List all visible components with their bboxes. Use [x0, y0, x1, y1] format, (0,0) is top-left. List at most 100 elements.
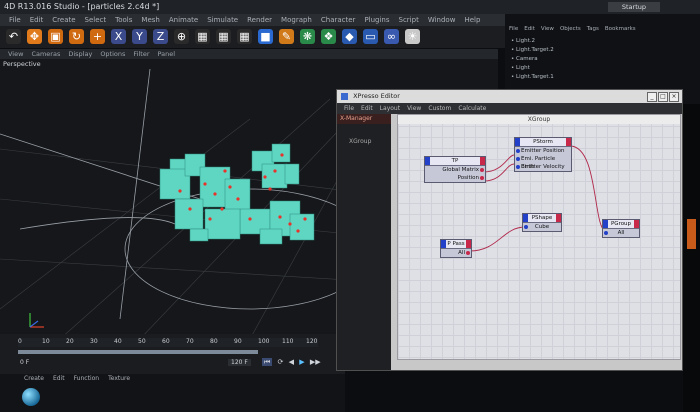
- tp-port-position[interactable]: Position: [425, 174, 485, 182]
- add-icon[interactable]: +: [90, 29, 105, 44]
- loop-icon[interactable]: ⟳: [278, 358, 284, 366]
- object-list-item[interactable]: • Light.Target.1: [511, 73, 700, 82]
- menu-item[interactable]: Edit: [30, 16, 44, 24]
- material-menu: Create Edit Function Texture: [0, 374, 345, 384]
- menu-item[interactable]: Animate: [169, 16, 198, 24]
- array-icon[interactable]: ❖: [321, 29, 336, 44]
- viewport-menu-item[interactable]: Filter: [133, 50, 149, 58]
- undo-icon[interactable]: ↶: [6, 29, 21, 44]
- xpresso-menu-item[interactable]: Edit: [361, 105, 373, 112]
- side-tab[interactable]: [687, 219, 696, 249]
- object-menu-item[interactable]: Objects: [560, 26, 581, 32]
- deformer-icon[interactable]: ◆: [342, 29, 357, 44]
- ppass-port-all[interactable]: All: [441, 249, 471, 257]
- pstorm-port-particle-birth[interactable]: Emi. Particle Birth: [515, 155, 571, 170]
- menu-item[interactable]: Window: [428, 16, 456, 24]
- xpresso-title-bar[interactable]: XPresso Editor _ □ ×: [337, 90, 682, 103]
- timeline-ruler[interactable]: 0 10 20 30 40 50 60 70 80 90 100 110 120: [18, 338, 318, 347]
- viewport-menu-item[interactable]: Cameras: [31, 50, 60, 58]
- xpresso-menu-bar: File Edit Layout View Custom Calculate: [337, 103, 682, 114]
- menu-item[interactable]: Select: [85, 16, 107, 24]
- y-axis-icon[interactable]: Y: [132, 29, 147, 44]
- world-coord-icon[interactable]: ⊕: [174, 29, 189, 44]
- prev-frame-icon[interactable]: ◀: [289, 358, 294, 366]
- object-menu-item[interactable]: Edit: [524, 26, 535, 32]
- menu-item[interactable]: File: [9, 16, 21, 24]
- menu-item[interactable]: Help: [464, 16, 480, 24]
- menu-item[interactable]: Create: [52, 16, 75, 24]
- rotate-icon[interactable]: ↻: [69, 29, 84, 44]
- xpresso-menu-item[interactable]: Calculate: [458, 105, 486, 112]
- object-menu-item[interactable]: View: [541, 26, 554, 32]
- layout-dropdown[interactable]: Startup: [607, 2, 660, 12]
- move-icon[interactable]: ✥: [27, 29, 42, 44]
- render-view-icon[interactable]: ▦: [216, 29, 231, 44]
- xpresso-menu-item[interactable]: Custom: [428, 105, 451, 112]
- object-menu-item[interactable]: Tags: [587, 26, 599, 32]
- ppass-node[interactable]: P Pass All: [440, 239, 472, 258]
- window-title: 4D R13.016 Studio - [particles 2.c4d *]: [4, 2, 160, 11]
- timeline-tick-label: 60: [162, 338, 170, 345]
- pgroup-port-all[interactable]: All: [603, 229, 639, 237]
- menu-item[interactable]: Mograph: [281, 16, 312, 24]
- material-sphere-icon[interactable]: [22, 388, 40, 406]
- z-axis-icon[interactable]: Z: [153, 29, 168, 44]
- pshape-node[interactable]: PShape Cube: [522, 213, 562, 232]
- close-button[interactable]: ×: [669, 92, 679, 102]
- render-settings-icon[interactable]: ▦: [237, 29, 252, 44]
- current-frame-field[interactable]: 0 F: [20, 359, 29, 366]
- pstorm-port-emitter-velocity[interactable]: Emitter Velocity: [515, 163, 571, 171]
- menu-item[interactable]: Character: [321, 16, 356, 24]
- next-frame-icon[interactable]: ▶▶: [310, 358, 321, 366]
- render-region-icon[interactable]: ▦: [195, 29, 210, 44]
- maximize-button[interactable]: □: [658, 92, 668, 102]
- material-menu-item[interactable]: Texture: [108, 375, 130, 382]
- menu-item[interactable]: Render: [247, 16, 272, 24]
- object-menu-item[interactable]: File: [509, 26, 518, 32]
- viewport-menu-item[interactable]: Display: [68, 50, 92, 58]
- ppass-node-title: P Pass: [441, 240, 471, 249]
- menu-item[interactable]: Tools: [115, 16, 132, 24]
- xpresso-menu-item[interactable]: View: [407, 105, 421, 112]
- scale-icon[interactable]: ▣: [48, 29, 63, 44]
- object-list-item[interactable]: • Light.2: [511, 37, 700, 46]
- pgroup-node[interactable]: PGroup All: [602, 219, 640, 238]
- playback-controls: ⏮ ⟳ ◀ ▶ ▶▶: [262, 357, 321, 367]
- menu-item[interactable]: Simulate: [207, 16, 238, 24]
- viewport-menu-item[interactable]: Panel: [158, 50, 176, 58]
- xpresso-menu-item[interactable]: Layout: [380, 105, 400, 112]
- tp-port-global-matrix[interactable]: Global Matrix: [425, 166, 485, 174]
- menu-item[interactable]: Script: [399, 16, 419, 24]
- light-icon[interactable]: ☀: [405, 29, 420, 44]
- material-menu-item[interactable]: Create: [24, 375, 44, 382]
- pstorm-port-emitter-position[interactable]: Emitter Position: [515, 147, 571, 155]
- spline-icon[interactable]: ✎: [279, 29, 294, 44]
- object-list-item[interactable]: • Camera: [511, 55, 700, 64]
- x-manager-xgroup-item[interactable]: XGroup: [349, 138, 391, 145]
- end-frame-field[interactable]: 120 F: [228, 359, 251, 366]
- scene-icon[interactable]: ▭: [363, 29, 378, 44]
- pshape-port-cube[interactable]: Cube: [523, 223, 561, 231]
- tp-node[interactable]: TP Global Matrix Position: [424, 156, 486, 183]
- object-list-item[interactable]: • Light: [511, 64, 700, 73]
- object-list-item[interactable]: • Light.Target.2: [511, 46, 700, 55]
- object-menu-item[interactable]: Bookmarks: [605, 26, 636, 32]
- go-to-start-icon[interactable]: ⏮: [262, 358, 273, 366]
- cube-icon[interactable]: ■: [258, 29, 273, 44]
- menu-item[interactable]: Plugins: [364, 16, 389, 24]
- viewport-menu-item[interactable]: Options: [100, 50, 125, 58]
- material-menu-item[interactable]: Function: [74, 375, 100, 382]
- camera-icon[interactable]: ∞: [384, 29, 399, 44]
- xpresso-canvas[interactable]: XGroup TP Global Matrix Position PStorm …: [397, 114, 681, 360]
- material-menu-item[interactable]: Edit: [53, 375, 65, 382]
- viewport-label: Perspective: [3, 60, 41, 68]
- menu-item[interactable]: Mesh: [141, 16, 159, 24]
- viewport-menu-item[interactable]: View: [8, 50, 23, 58]
- nurbs-icon[interactable]: ❋: [300, 29, 315, 44]
- play-icon[interactable]: ▶: [299, 358, 304, 366]
- xpresso-menu-item[interactable]: File: [344, 105, 354, 112]
- x-axis-icon[interactable]: X: [111, 29, 126, 44]
- time-slider[interactable]: [18, 350, 258, 354]
- pstorm-node[interactable]: PStorm Emitter Position Emi. Particle Bi…: [514, 137, 572, 172]
- minimize-button[interactable]: _: [647, 92, 657, 102]
